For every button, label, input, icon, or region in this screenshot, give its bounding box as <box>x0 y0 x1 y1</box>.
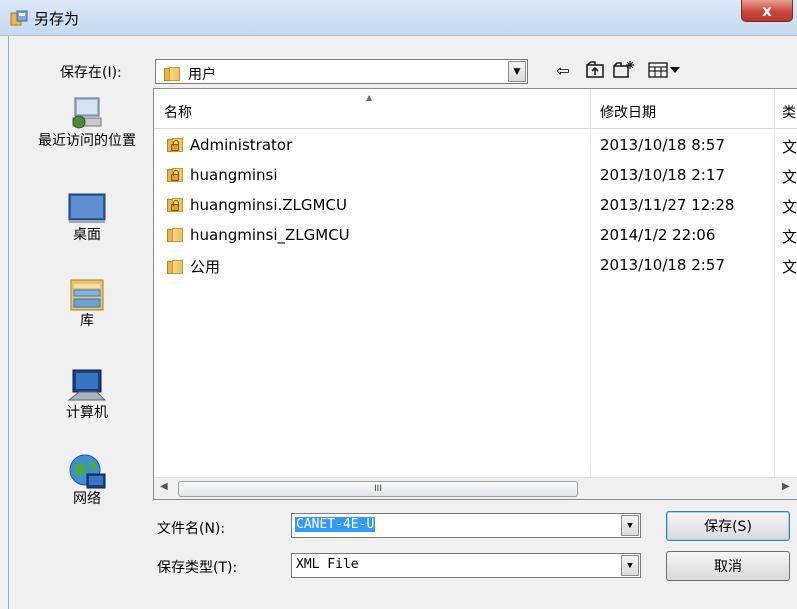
close-icon: x <box>762 1 772 20</box>
places-bar: 最近访问的位置 桌面 库 计算机 网络 <box>22 88 152 523</box>
chevron-down-icon[interactable]: ▼ <box>621 515 639 536</box>
place-library[interactable]: 库 <box>22 274 152 329</box>
file-type: 文 <box>782 138 797 156</box>
chevron-down-icon[interactable]: ▼ <box>621 555 639 576</box>
filename-value: CANET-4E-U <box>295 517 376 532</box>
filetype-dropdown[interactable]: XML File ▼ <box>291 553 641 578</box>
locked-folder-icon <box>167 198 183 212</box>
column-header-name[interactable]: 名称 <box>164 102 192 122</box>
filename-field[interactable]: CANET-4E-U ▼ <box>291 513 641 538</box>
computer-icon <box>67 366 107 406</box>
recent-places-icon <box>67 94 107 134</box>
place-label: 计算机 <box>66 405 108 421</box>
file-name: 公用 <box>190 258 221 276</box>
save-dialog-icon <box>10 10 28 26</box>
filename-label: 文件名(N): <box>157 521 226 537</box>
file-type: 文 <box>782 258 797 276</box>
save-in-value: 用户 <box>188 67 216 83</box>
file-list-header: 名称 ▲ 修改日期 类 <box>154 89 797 129</box>
file-row[interactable]: 公用 2013/10/18 2:57 文 <box>154 253 797 277</box>
sort-ascending-icon: ▲ <box>366 93 373 102</box>
window-title: 另存为 <box>34 10 80 28</box>
up-folder-icon[interactable] <box>583 60 607 80</box>
place-label: 桌面 <box>73 227 101 243</box>
filetype-value: XML File <box>296 557 359 572</box>
place-network[interactable]: 网络 <box>22 452 152 507</box>
filetype-label: 保存类型(T): <box>157 560 238 576</box>
horizontal-scrollbar[interactable]: ◀ III ▶ <box>154 477 797 499</box>
place-label: 最近访问的位置 <box>38 133 136 149</box>
file-name: Administrator <box>190 136 293 154</box>
place-label: 库 <box>80 313 94 329</box>
place-computer[interactable]: 计算机 <box>22 366 152 421</box>
title-bar: 另存为 x <box>0 0 797 36</box>
scroll-left-icon[interactable]: ◀ <box>160 481 168 492</box>
new-folder-icon[interactable] <box>612 60 636 80</box>
column-header-type[interactable]: 类 <box>782 102 796 122</box>
column-header-modified[interactable]: 修改日期 <box>600 102 656 122</box>
file-type: 文 <box>782 228 797 246</box>
folder-icon <box>167 259 183 274</box>
cancel-button[interactable]: 取消 <box>666 551 790 581</box>
save-in-dropdown[interactable]: 用户 ▼ <box>155 59 528 84</box>
desktop-icon <box>67 188 107 228</box>
file-date: 2013/11/27 12:28 <box>600 196 735 214</box>
file-list[interactable]: 名称 ▲ 修改日期 类 Administrator 2013/10/18 8:5… <box>153 88 797 500</box>
folder-icon <box>167 228 183 242</box>
folder-icon <box>164 67 180 81</box>
file-name: huangminsi <box>190 166 278 184</box>
locked-folder-icon <box>167 138 183 152</box>
scroll-right-icon[interactable]: ▶ <box>782 481 790 492</box>
file-date: 2013/10/18 2:57 <box>600 256 725 274</box>
place-desktop[interactable]: 桌面 <box>22 188 152 243</box>
file-row[interactable]: huangminsi 2013/10/18 2:17 文 <box>154 163 797 187</box>
library-icon <box>67 274 107 314</box>
view-menu-icon[interactable] <box>645 60 685 80</box>
file-type: 文 <box>782 168 797 186</box>
back-arrow-icon[interactable]: ⇦ <box>551 60 575 80</box>
scrollbar-grip: III <box>374 484 382 494</box>
file-row[interactable]: huangminsi.ZLGMCU 2013/11/27 12:28 文 <box>154 193 797 217</box>
file-date: 2013/10/18 2:17 <box>600 166 725 184</box>
close-button[interactable]: x <box>741 0 793 22</box>
place-label: 网络 <box>73 491 101 507</box>
file-name: huangminsi_ZLGMCU <box>190 226 350 244</box>
file-row[interactable]: Administrator 2013/10/18 8:57 文 <box>154 133 797 157</box>
file-date: 2014/1/2 22:06 <box>600 226 716 244</box>
save-button[interactable]: 保存(S) <box>666 511 790 541</box>
network-icon <box>67 452 107 492</box>
save-in-label: 保存在(I): <box>60 65 122 81</box>
file-date: 2013/10/18 8:57 <box>600 136 725 154</box>
place-recent[interactable]: 最近访问的位置 <box>22 94 152 149</box>
file-row[interactable]: huangminsi_ZLGMCU 2014/1/2 22:06 文 <box>154 223 797 247</box>
chevron-down-icon[interactable]: ▼ <box>508 61 526 82</box>
file-name: huangminsi.ZLGMCU <box>190 196 347 214</box>
locked-folder-icon <box>167 168 183 182</box>
file-type: 文 <box>782 198 797 216</box>
scrollbar-thumb[interactable]: III <box>178 481 578 497</box>
